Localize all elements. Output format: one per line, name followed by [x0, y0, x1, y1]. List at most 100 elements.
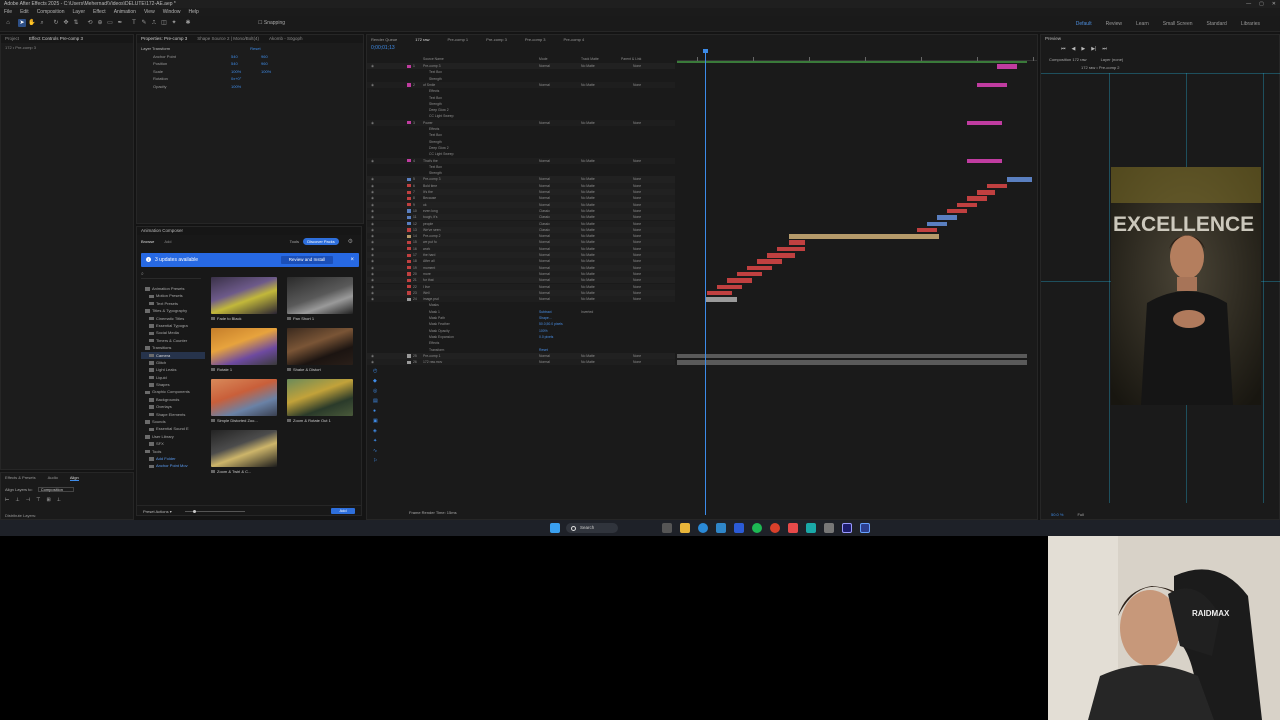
tab-effect-controls[interactable]: Effect Controls Pre-comp 3 [29, 35, 83, 43]
label-color-swatch[interactable] [407, 285, 411, 289]
hand-tool-icon[interactable]: ✋ [28, 19, 36, 27]
property-value[interactable]: 540 [231, 53, 261, 61]
layer-bar[interactable] [757, 259, 782, 264]
prev-frame-icon[interactable]: ◀ [1072, 46, 1076, 52]
layer-bar[interactable] [789, 240, 805, 245]
layer-bar[interactable] [937, 215, 957, 220]
layer-row[interactable]: ◉ 26 172 raw.mov Normal No Matte None [367, 359, 675, 366]
stamp-tool-icon[interactable]: ⎍ [150, 19, 158, 27]
label-color-swatch[interactable] [407, 177, 411, 182]
timeline-tab[interactable]: 172 raw [415, 37, 429, 42]
layer-bar[interactable] [789, 234, 939, 239]
label-color-swatch[interactable] [407, 247, 411, 251]
layer-bar[interactable] [957, 202, 977, 208]
workspace-review[interactable]: Review [1106, 21, 1122, 27]
align-top-icon[interactable]: ⊤ [36, 497, 40, 503]
store-icon[interactable] [716, 523, 726, 533]
label-color-swatch[interactable] [407, 215, 411, 219]
menu-help[interactable]: Help [188, 8, 198, 16]
graph-editor-icon[interactable]: ◴ [373, 368, 379, 374]
preset-folder[interactable]: Sounds [141, 418, 205, 425]
preset-folder[interactable]: Tools [141, 448, 205, 455]
timecode-display[interactable]: 0;00;01;13 [371, 45, 395, 51]
type-tool-icon[interactable]: T [130, 19, 138, 27]
label-color-swatch[interactable] [407, 121, 411, 125]
preset-folder[interactable]: Backgrounds [141, 396, 205, 403]
preset-thumbnail[interactable] [287, 277, 353, 314]
timeline-tab[interactable]: Pre-comp 1 [447, 37, 468, 42]
layer-bar[interactable] [987, 183, 1007, 189]
label-color-swatch[interactable] [407, 266, 411, 270]
tab-add[interactable]: Add [164, 239, 171, 244]
timeline-tab[interactable]: Render Queue [371, 37, 397, 42]
preset-thumbnail[interactable] [211, 328, 277, 365]
property-value-2[interactable]: 100% [261, 68, 271, 76]
menu-layer[interactable]: Layer [72, 8, 85, 16]
discover-packs-button[interactable]: Discover Packs [303, 238, 339, 245]
viewer-breadcrumb[interactable]: 172 raw • Pre-comp 2 [1081, 65, 1120, 70]
preset-folder[interactable]: Text Presets [141, 300, 205, 307]
review-install-button[interactable]: Review and Install [281, 256, 333, 264]
menu-view[interactable]: View [144, 8, 155, 16]
work-area-bar[interactable] [677, 61, 1027, 63]
label-color-swatch[interactable] [407, 272, 411, 276]
label-color-swatch[interactable] [407, 240, 411, 245]
col-track-matte[interactable]: Track Matte [581, 57, 599, 61]
menu-effect[interactable]: Effect [93, 8, 106, 16]
layer-bar[interactable] [977, 190, 995, 195]
app-icon[interactable] [788, 523, 798, 533]
tab-browse[interactable]: Browse [141, 239, 154, 244]
label-color-swatch[interactable] [407, 278, 411, 282]
property-value[interactable]: 100% [231, 83, 261, 91]
tab-layer[interactable]: Layer (none) [1101, 57, 1124, 62]
spotify-icon[interactable] [752, 523, 762, 533]
zoom-tool-icon[interactable]: ⌕ [38, 19, 46, 27]
lock-icon[interactable]: ▣ [373, 418, 379, 424]
preset-actions-menu[interactable]: Preset Actions ▾ [143, 509, 172, 514]
preset-card[interactable]: Pan Short 1 [287, 277, 353, 321]
rectangle-tool-icon[interactable]: ▭ [106, 19, 114, 27]
draft-3d-icon[interactable]: ◈ [373, 428, 379, 434]
parent-select[interactable]: None [633, 359, 641, 365]
preset-thumbnail[interactable] [211, 379, 277, 416]
label-color-swatch[interactable] [407, 253, 411, 257]
comp-marker-icon[interactable]: ⚐ [373, 458, 379, 464]
track-matte-select[interactable]: No Matte [581, 359, 595, 365]
menu-edit[interactable]: Edit [20, 8, 29, 16]
minimize-button[interactable]: — [1246, 0, 1251, 8]
pen-tool-icon[interactable]: ✒ [116, 19, 124, 27]
tab-align[interactable]: Align [69, 475, 79, 481]
preset-folder[interactable]: Camera [141, 351, 205, 359]
property-value[interactable]: 0x+0° [231, 75, 261, 83]
orbit-tool-icon[interactable]: ↻ [52, 19, 60, 27]
tab-akomb[interactable]: Akomb - Sögoph [269, 35, 303, 43]
preset-folder[interactable]: Motion Presets [141, 292, 205, 299]
layer-bar[interactable] [767, 253, 795, 258]
col-mode[interactable]: Mode [539, 57, 547, 61]
snapping-toggle[interactable]: ☐ Snapping [258, 20, 285, 26]
after-effects-icon[interactable] [842, 523, 852, 533]
layer-bar[interactable] [1007, 177, 1032, 182]
preset-card[interactable]: Shake & Distort [287, 328, 353, 372]
preset-card[interactable]: Zoom & Twirl & C... [211, 430, 277, 474]
label-color-swatch[interactable] [407, 354, 411, 358]
selection-tool-icon[interactable]: ➤ [18, 19, 26, 27]
windows-start-icon[interactable] [550, 523, 560, 533]
preset-folder[interactable]: Essential Typogra [141, 322, 205, 329]
keyframe-icon[interactable]: ◆ [373, 378, 379, 384]
timeline-tab[interactable]: Pre-comp 3 [486, 37, 507, 42]
layer-bar[interactable] [967, 158, 1002, 163]
layer-bar[interactable] [967, 196, 987, 201]
workspace-standard[interactable]: Standard [1207, 21, 1227, 27]
preset-folder[interactable]: Graphic Components [141, 388, 205, 395]
preset-folder[interactable]: Animation Presets [141, 285, 205, 292]
reset-link[interactable]: Reset [250, 45, 260, 53]
menu-animation[interactable]: Animation [114, 8, 136, 16]
brush-tool-icon[interactable]: ✎ [140, 19, 148, 27]
settings-icon[interactable] [824, 523, 834, 533]
label-color-swatch[interactable] [407, 234, 411, 238]
pan-tool-icon[interactable]: ✥ [62, 19, 70, 27]
align-vcenter-icon[interactable]: ⊞ [46, 497, 50, 503]
current-time-indicator[interactable] [703, 49, 708, 515]
solo-icon[interactable]: ● [373, 408, 379, 414]
